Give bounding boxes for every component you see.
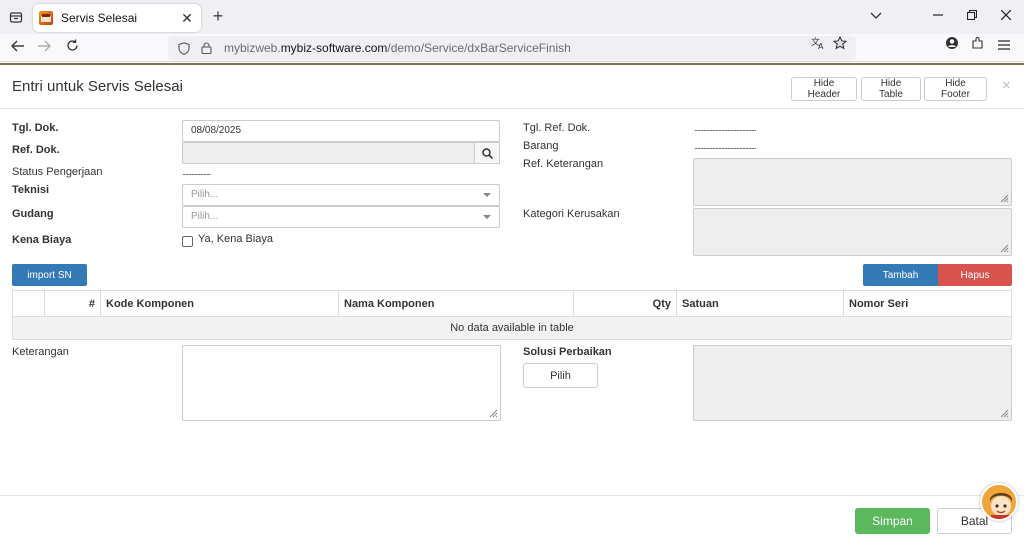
ref-keterangan-textarea[interactable] <box>693 158 1012 206</box>
table-empty-message: No data available in table <box>12 316 1012 340</box>
tab-overflow-chevron-icon[interactable] <box>864 6 888 26</box>
kena-biaya-checkbox-label[interactable]: Ya, Kena Biaya <box>198 233 273 245</box>
tab-list-icon[interactable] <box>6 7 26 27</box>
ref-dok-search-button[interactable] <box>474 142 500 164</box>
hapus-button[interactable]: Hapus <box>938 264 1012 286</box>
tgl-dok-label: Tgl. Dok. <box>12 122 59 134</box>
teknisi-placeholder: Pilih... <box>191 189 219 200</box>
keterangan-label: Keterangan <box>12 346 69 358</box>
status-pengerjaan-label: Status Pengerjaan <box>12 166 103 178</box>
keterangan-textarea[interactable] <box>182 345 501 421</box>
tambah-button[interactable]: Tambah <box>863 264 938 286</box>
column-kode-komponen[interactable]: Kode Komponen <box>100 290 339 317</box>
chat-assistant-avatar-icon[interactable] <box>980 483 1018 521</box>
back-arrow-icon[interactable] <box>8 38 28 58</box>
hide-table-button[interactable]: Hide Table <box>861 77 921 101</box>
gudang-label: Gudang <box>12 208 54 220</box>
teknisi-label: Teknisi <box>12 184 50 196</box>
address-bar[interactable]: mybizweb.mybiz-software.com/demo/Service… <box>168 36 856 60</box>
chevron-down-icon <box>483 193 491 197</box>
column-qty[interactable]: Qty <box>573 290 677 317</box>
menu-hamburger-icon[interactable] <box>994 36 1014 56</box>
tgl-dok-input[interactable]: 08/08/2025 <box>182 120 500 142</box>
solusi-perbaikan-label: Solusi Perbaikan <box>523 346 612 358</box>
svg-text:A: A <box>818 42 824 50</box>
column-nama-komponen[interactable]: Nama Komponen <box>338 290 574 317</box>
extensions-icon[interactable] <box>968 36 988 56</box>
status-pengerjaan-value: ................... <box>182 167 211 177</box>
search-icon <box>481 147 493 159</box>
tab-close-icon[interactable]: ✕ <box>179 10 195 27</box>
tab-title: Servis Selesai <box>61 11 138 25</box>
column-number[interactable]: # <box>44 290 101 317</box>
chevron-down-icon <box>483 215 491 219</box>
gudang-select[interactable]: Pilih... <box>182 206 500 228</box>
barang-label: Barang <box>523 140 559 152</box>
resize-grip-icon <box>1000 194 1009 203</box>
bookmark-star-icon[interactable] <box>830 35 850 56</box>
modal-title: Entri untuk Servis Selesai <box>12 78 183 95</box>
table-row: No data available in table <box>12 316 1012 340</box>
tgl-ref-dok-label: Tgl. Ref. Dok. <box>523 122 591 134</box>
browser-nav-bar: mybizweb.mybiz-software.com/demo/Service… <box>0 34 1024 62</box>
table-header-row: # Kode Komponen Nama Komponen Qty Satuan… <box>12 290 1012 317</box>
hide-header-button[interactable]: Hide Header <box>791 77 857 101</box>
tracking-shield-icon[interactable] <box>176 40 192 56</box>
modal-footer-divider <box>0 495 1024 496</box>
barang-value: ........................................… <box>694 141 757 151</box>
resize-grip-icon <box>1000 409 1009 418</box>
resize-grip-icon <box>489 409 498 418</box>
kena-biaya-checkbox[interactable] <box>182 236 193 247</box>
account-icon[interactable] <box>942 36 962 56</box>
url-text: mybizweb.mybiz-software.com/demo/Service… <box>224 41 571 55</box>
restore-icon[interactable] <box>960 6 984 26</box>
tgl-ref-dok-value: ........................................… <box>694 123 757 133</box>
browser-tab-bar: Servis Selesai ✕ + <box>0 0 1024 34</box>
hide-footer-button[interactable]: Hide Footer <box>924 77 987 101</box>
ref-keterangan-label: Ref. Keterangan <box>523 158 604 170</box>
browser-tab-active[interactable]: Servis Selesai ✕ <box>33 4 201 32</box>
kena-biaya-label: Kena Biaya <box>12 234 72 246</box>
new-tab-icon[interactable]: + <box>208 6 228 26</box>
site-favicon-icon <box>39 11 53 25</box>
minimize-icon[interactable] <box>926 6 950 26</box>
kategori-kerusakan-label: Kategori Kerusakan <box>523 208 620 220</box>
column-satuan[interactable]: Satuan <box>676 290 844 317</box>
resize-grip-icon <box>1000 244 1009 253</box>
window-close-icon[interactable] <box>994 6 1018 26</box>
gudang-placeholder: Pilih... <box>191 211 219 222</box>
reload-icon[interactable] <box>62 38 82 58</box>
lock-icon[interactable] <box>198 40 214 56</box>
teknisi-select[interactable]: Pilih... <box>182 184 500 206</box>
ref-dok-label: Ref. Dok. <box>12 144 60 156</box>
ref-dok-input[interactable] <box>182 142 475 164</box>
modal-header: Entri untuk Servis Selesai Hide Header H… <box>0 65 1024 109</box>
component-table: # Kode Komponen Nama Komponen Qty Satuan… <box>12 290 1012 340</box>
import-sn-button[interactable]: import SN <box>12 264 87 286</box>
column-select <box>12 290 45 317</box>
translate-icon[interactable]: 文A <box>808 36 828 56</box>
forward-arrow-icon[interactable] <box>34 38 54 58</box>
kategori-kerusakan-textarea[interactable] <box>693 208 1012 256</box>
pilih-solusi-button[interactable]: Pilih <box>523 363 598 388</box>
solusi-perbaikan-textarea[interactable] <box>693 345 1012 421</box>
column-nomor-seri[interactable]: Nomor Seri <box>843 290 1012 317</box>
simpan-button[interactable]: Simpan <box>855 508 930 534</box>
modal-close-icon[interactable]: × <box>1002 77 1011 94</box>
